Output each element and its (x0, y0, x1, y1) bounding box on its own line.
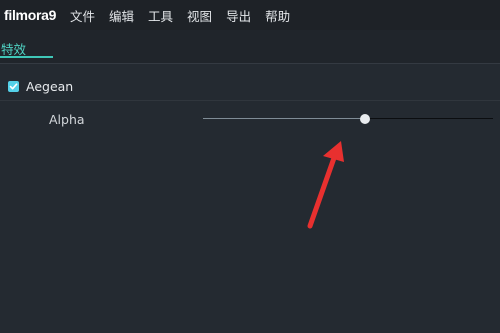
menu-file[interactable]: 文件 (70, 6, 95, 25)
effect-enabled-checkbox[interactable] (8, 81, 19, 92)
menu-edit[interactable]: 编辑 (109, 6, 134, 25)
checkmark-icon (9, 83, 18, 90)
alpha-slider[interactable] (203, 113, 493, 125)
effect-name-label: Aegean (26, 79, 74, 94)
app-logo: filmora9 (4, 7, 57, 23)
slider-thumb[interactable] (360, 114, 371, 124)
slider-fill (203, 118, 366, 119)
menu-tools[interactable]: 工具 (148, 6, 173, 25)
menu-view[interactable]: 视图 (187, 6, 212, 25)
menu-export[interactable]: 导出 (226, 6, 251, 25)
tab-active-indicator (0, 56, 53, 58)
alpha-label: Alpha (49, 112, 85, 127)
tab-bar: 特效 (0, 30, 500, 64)
menu-help[interactable]: 帮助 (265, 6, 290, 25)
menu-bar: filmora9 文件 编辑 工具 视图 导出 帮助 (0, 0, 500, 30)
effect-row: Aegean (0, 74, 500, 101)
